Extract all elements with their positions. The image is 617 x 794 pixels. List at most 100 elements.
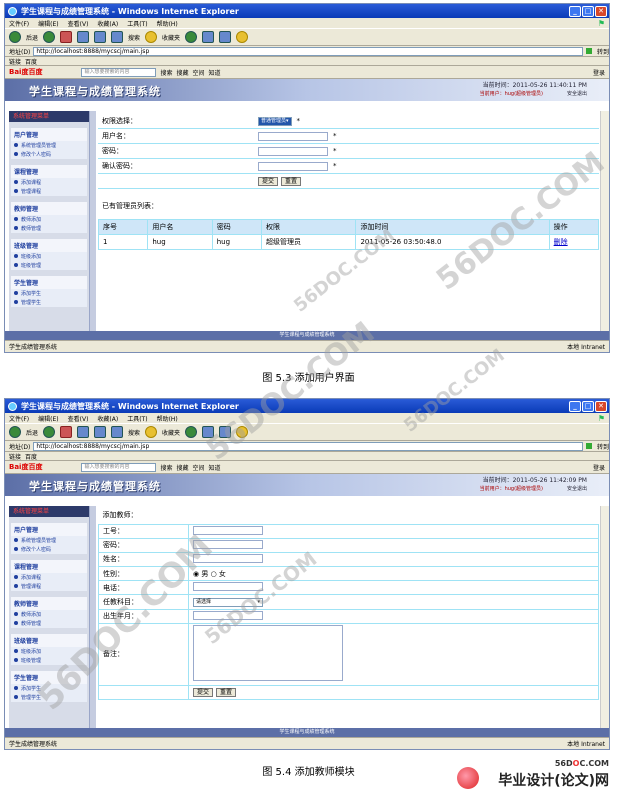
delete-link[interactable]: 删除 <box>554 238 568 246</box>
go-button[interactable]: 转到 <box>597 442 609 451</box>
baidu-space[interactable]: 空间 <box>193 463 205 472</box>
menu-help[interactable]: 帮助(H) <box>157 414 178 423</box>
search-label[interactable]: 搜索 <box>128 428 140 437</box>
menu-file[interactable]: 文件(F) <box>9 414 29 423</box>
favorites-icon[interactable] <box>145 426 158 438</box>
stop-icon[interactable] <box>60 31 73 43</box>
go-icon[interactable] <box>585 48 592 54</box>
nav-item-change-password[interactable]: 修改个人密码 <box>11 545 87 554</box>
favorites-label[interactable]: 收藏夹 <box>162 428 180 437</box>
menu-help[interactable]: 帮助(H) <box>157 19 178 28</box>
nav-item-add-class[interactable]: 班级添加 <box>11 647 87 656</box>
nav-item-admin-manage[interactable]: 系统管理员管理 <box>11 536 87 545</box>
baidu-collect[interactable]: 搜藏 <box>176 463 188 472</box>
menu-favorites[interactable]: 收藏(A) <box>97 414 118 423</box>
baidu-login[interactable]: 登录 <box>593 68 605 77</box>
menu-tools[interactable]: 工具(T) <box>127 19 147 28</box>
history-icon[interactable] <box>185 31 198 43</box>
female-radio[interactable]: ○ <box>208 570 219 578</box>
nav-item-manage-student[interactable]: 管理学生 <box>11 693 87 702</box>
baidu-search-input[interactable]: 输入想要搜索的内容 <box>81 462 157 472</box>
nav-item-add-teacher[interactable]: 教师添加 <box>11 215 87 224</box>
nav-item-manage-student[interactable]: 管理学生 <box>11 298 87 307</box>
baidu-search-button[interactable]: 搜索 <box>160 68 172 77</box>
menu-file[interactable]: 文件(F) <box>9 19 29 28</box>
search-icon[interactable] <box>111 426 124 438</box>
back-label[interactable]: 后退 <box>26 33 38 42</box>
nav-item-add-course[interactable]: 添加课程 <box>11 178 87 187</box>
course-select[interactable]: 请选择 ▾ <box>193 598 263 608</box>
nav-item-admin-manage[interactable]: 系统管理员管理 <box>11 141 87 150</box>
print-icon[interactable] <box>219 31 232 43</box>
link-baidu[interactable]: 百度 <box>25 452 37 461</box>
nav-item-manage-course[interactable]: 管理课程 <box>11 582 87 591</box>
submit-button[interactable]: 提交 <box>258 176 279 186</box>
back-icon[interactable] <box>9 426 21 438</box>
forward-icon[interactable] <box>43 426 56 438</box>
home-icon[interactable] <box>94 426 107 438</box>
logout-link[interactable]: 安全退出 <box>567 90 587 97</box>
frame-splitter[interactable] <box>89 111 96 331</box>
username-input[interactable] <box>258 131 328 141</box>
baidu-space[interactable]: 空间 <box>193 68 205 77</box>
baidu-login[interactable]: 登录 <box>593 463 605 472</box>
nav-item-manage-teacher[interactable]: 教师管理 <box>11 619 87 628</box>
nav-item-add-student[interactable]: 添加学生 <box>11 289 87 298</box>
nav-item-manage-teacher[interactable]: 教师管理 <box>11 224 87 233</box>
vertical-scrollbar[interactable] <box>600 506 609 728</box>
stop-icon[interactable] <box>60 426 73 438</box>
forward-icon[interactable] <box>43 31 56 43</box>
logout-link[interactable]: 安全退出 <box>567 485 587 492</box>
minimize-icon[interactable]: _ <box>569 400 581 412</box>
go-icon[interactable] <box>585 443 592 449</box>
baidu-search-button[interactable]: 搜索 <box>160 463 172 472</box>
nav-item-add-course[interactable]: 添加课程 <box>11 573 87 582</box>
role-select[interactable]: 普通管理员 ▾ <box>258 116 292 126</box>
folder-icon[interactable] <box>236 31 249 43</box>
refresh-icon[interactable] <box>77 426 90 438</box>
go-button[interactable]: 转到 <box>597 47 609 56</box>
maximize-icon[interactable]: □ <box>582 400 594 412</box>
nav-item-manage-course[interactable]: 管理课程 <box>11 187 87 196</box>
link-baidu[interactable]: 百度 <box>25 57 37 66</box>
frame-splitter[interactable] <box>89 506 96 728</box>
nav-item-add-student[interactable]: 添加学生 <box>11 684 87 693</box>
id-input[interactable] <box>193 525 263 535</box>
nav-item-change-password[interactable]: 修改个人密码 <box>11 150 87 159</box>
history-icon[interactable] <box>185 426 198 438</box>
menu-view[interactable]: 查看(V) <box>68 414 89 423</box>
mail-icon[interactable] <box>202 31 215 43</box>
favorites-label[interactable]: 收藏夹 <box>162 33 180 42</box>
address-input[interactable]: http://localhost:8888/mycscj/main.jsp <box>33 46 583 56</box>
password-input[interactable] <box>258 146 328 156</box>
refresh-icon[interactable] <box>77 31 90 43</box>
baidu-zhidao[interactable]: 知道 <box>209 463 221 472</box>
home-icon[interactable] <box>94 31 107 43</box>
close-icon[interactable]: ✕ <box>595 5 607 17</box>
minimize-icon[interactable]: _ <box>569 5 581 17</box>
confirm-input[interactable] <box>258 161 328 171</box>
search-icon[interactable] <box>111 31 124 43</box>
name-input[interactable] <box>193 553 263 563</box>
birth-input[interactable] <box>193 610 263 620</box>
menu-view[interactable]: 查看(V) <box>68 19 89 28</box>
baidu-zhidao[interactable]: 知道 <box>209 68 221 77</box>
print-icon[interactable] <box>219 426 232 438</box>
back-icon[interactable] <box>9 31 21 43</box>
favorites-icon[interactable] <box>145 31 158 43</box>
nav-item-add-teacher[interactable]: 教师添加 <box>11 610 87 619</box>
menu-edit[interactable]: 编辑(E) <box>38 414 58 423</box>
baidu-search-input[interactable]: 输入想要搜索的内容 <box>81 67 157 77</box>
menu-edit[interactable]: 编辑(E) <box>38 19 58 28</box>
reset-button[interactable]: 重置 <box>216 687 237 697</box>
search-label[interactable]: 搜索 <box>128 33 140 42</box>
close-icon[interactable]: ✕ <box>595 400 607 412</box>
submit-button[interactable]: 提交 <box>193 687 214 697</box>
back-label[interactable]: 后退 <box>26 428 38 437</box>
baidu-collect[interactable]: 搜藏 <box>176 68 188 77</box>
menu-tools[interactable]: 工具(T) <box>127 414 147 423</box>
password-input[interactable] <box>193 539 263 549</box>
folder-icon[interactable] <box>236 426 249 438</box>
reset-button[interactable]: 重置 <box>281 176 302 186</box>
nav-item-manage-class[interactable]: 班级管理 <box>11 261 87 270</box>
